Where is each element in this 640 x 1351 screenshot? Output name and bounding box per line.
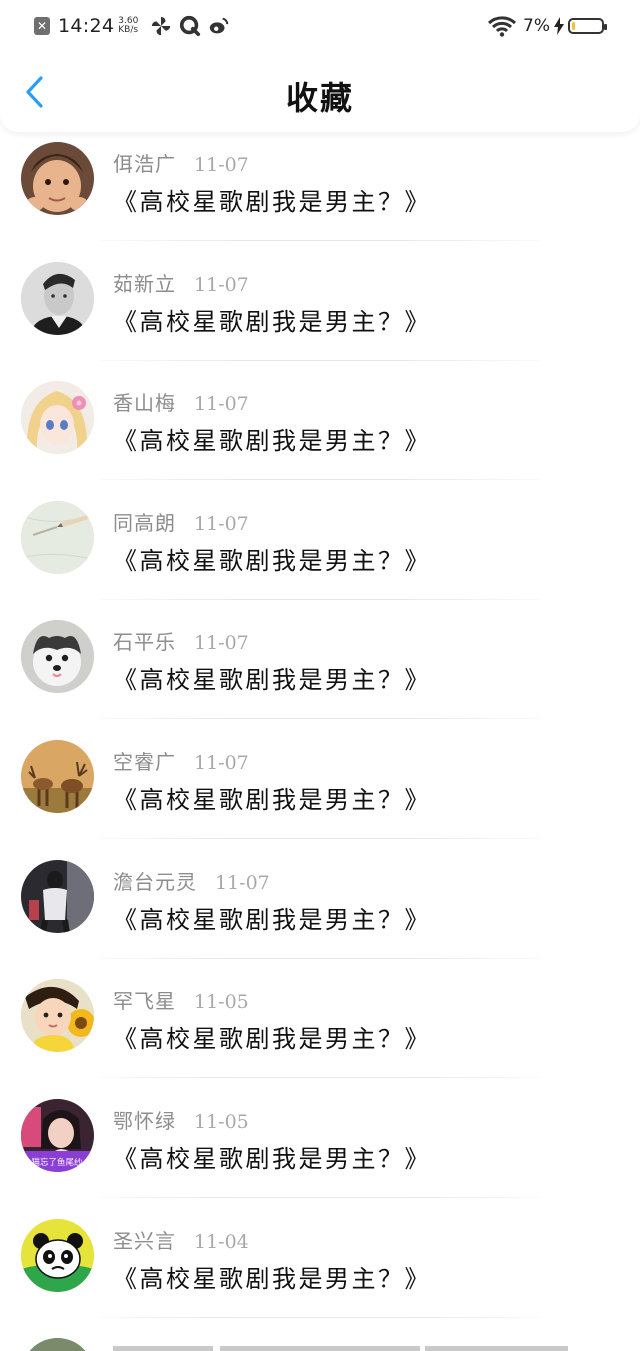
divider <box>100 1317 540 1318</box>
list-item[interactable]: 澹台元灵 11-07 《高校星歌剧我是男主？》 <box>0 850 640 970</box>
divider <box>100 599 540 600</box>
panda-cartoon-avatar[interactable] <box>21 1219 94 1292</box>
battery-level <box>572 22 575 30</box>
toddler-sunflower-avatar[interactable] <box>21 979 94 1052</box>
item-date: 11-05 <box>194 991 249 1013</box>
partial-name-placeholder <box>113 1346 213 1351</box>
item-title: 《高校星歌剧我是男主？》 <box>113 308 431 336</box>
q-app-icon <box>180 15 201 37</box>
divider <box>100 240 540 241</box>
husky-puppy-avatar[interactable] <box>21 620 94 693</box>
partial-avatar[interactable] <box>21 1338 94 1351</box>
item-title: 《高校星歌剧我是男主？》 <box>113 1145 431 1173</box>
list-item[interactable]: 佴浩广 11-07 《高校星歌剧我是男主？》 <box>0 132 640 252</box>
status-bar: ✕ 14:24 3.60 KB/s 7% <box>0 0 640 52</box>
page-title: 收藏 <box>285 79 354 117</box>
item-title: 《高校星歌剧我是男主？》 <box>113 906 431 934</box>
divider <box>100 360 540 361</box>
divider <box>100 838 540 839</box>
author-name: 罕飞星 <box>113 989 176 1013</box>
avatar-caption: 猫忘了鱼尾纱 <box>31 1157 83 1168</box>
street-person-avatar[interactable] <box>21 860 94 933</box>
author-name: 香山梅 <box>113 391 176 415</box>
item-date: 11-07 <box>194 752 249 774</box>
author-name: 佴浩广 <box>113 152 176 176</box>
weibo-icon <box>210 17 229 34</box>
item-title: 《高校星歌剧我是男主？》 <box>113 547 431 575</box>
item-title: 《高校星歌剧我是男主？》 <box>113 1265 431 1293</box>
battery-percent: 7% <box>523 16 550 36</box>
list-item[interactable]: 圣兴言 11-04 《高校星歌剧我是男主？》 <box>0 1209 640 1329</box>
deer-avatar[interactable] <box>21 740 94 813</box>
list-item-partial[interactable] <box>0 1330 640 1351</box>
divider <box>100 479 540 480</box>
item-title: 《高校星歌剧我是男主？》 <box>113 427 431 455</box>
author-name: 澹台元灵 <box>113 870 197 894</box>
item-meta: 圣兴言 11-04 <box>113 1225 249 1253</box>
author-name: 鄂怀绿 <box>113 1109 176 1133</box>
list-item[interactable]: 猫忘了鱼尾纱 鄂怀绿 11-05 《高校星歌剧我是男主？》 <box>0 1089 640 1209</box>
author-name: 圣兴言 <box>113 1229 176 1253</box>
item-title: 《高校星歌剧我是男主？》 <box>113 666 431 694</box>
partial-title-placeholder <box>220 1346 420 1351</box>
list-item[interactable]: 罕飞星 11-05 《高校星歌剧我是男主？》 <box>0 969 640 1089</box>
battery-icon <box>568 18 607 34</box>
item-date: 11-07 <box>215 872 270 894</box>
divider <box>100 1197 540 1198</box>
girl-purple-caption-avatar[interactable]: 猫忘了鱼尾纱 <box>21 1099 94 1172</box>
divider <box>100 958 540 959</box>
list-item[interactable]: 同高朗 11-07 《高校星歌剧我是男主？》 <box>0 491 640 611</box>
item-meta: 石平乐 11-07 <box>113 626 249 654</box>
network-speed-unit: KB/s <box>118 25 139 35</box>
partial-title-placeholder <box>425 1346 568 1351</box>
status-bar-left: ✕ 14:24 3.60 KB/s <box>34 12 237 40</box>
author-name: 石平乐 <box>113 630 176 654</box>
paper-pencil-avatar[interactable] <box>21 501 94 574</box>
item-meta: 鄂怀绿 11-05 <box>113 1105 249 1133</box>
item-date: 11-07 <box>194 393 249 415</box>
child-face-avatar[interactable] <box>21 142 94 215</box>
app-header: 收藏 <box>0 52 640 132</box>
author-name: 同高朗 <box>113 511 176 535</box>
status-time: 14:24 <box>58 15 115 37</box>
divider <box>100 1077 540 1078</box>
charging-bolt-icon <box>554 17 564 35</box>
author-name: 茹新立 <box>113 272 176 296</box>
item-meta: 澹台元灵 11-07 <box>113 866 270 894</box>
list-item[interactable]: 石平乐 11-07 《高校星歌剧我是男主？》 <box>0 610 640 730</box>
man-bw-portrait-avatar[interactable] <box>21 262 94 335</box>
item-meta: 香山梅 11-07 <box>113 387 249 415</box>
item-date: 11-05 <box>194 1111 249 1133</box>
item-date: 11-07 <box>194 632 249 654</box>
item-date: 11-04 <box>194 1231 249 1253</box>
anime-girl-avatar[interactable] <box>21 381 94 454</box>
divider <box>100 718 540 719</box>
item-title: 《高校星歌剧我是男主？》 <box>113 786 431 814</box>
item-title: 《高校星歌剧我是男主？》 <box>113 1025 431 1053</box>
item-meta: 罕飞星 11-05 <box>113 985 249 1013</box>
wifi-icon <box>487 16 517 37</box>
item-meta: 茹新立 11-07 <box>113 268 249 296</box>
item-meta: 佴浩广 11-07 <box>113 148 249 176</box>
list-item[interactable]: 香山梅 11-07 《高校星歌剧我是男主？》 <box>0 371 640 491</box>
item-date: 11-07 <box>194 154 249 176</box>
item-date: 11-07 <box>194 513 249 535</box>
item-meta: 同高朗 11-07 <box>113 507 249 535</box>
item-date: 11-07 <box>194 274 249 296</box>
network-speed: 3.60 KB/s <box>118 17 138 35</box>
author-name: 空睿广 <box>113 750 176 774</box>
item-meta: 空睿广 11-07 <box>113 746 249 774</box>
status-bar-right: 7% <box>487 12 607 40</box>
close-notification-icon: ✕ <box>34 17 50 35</box>
pinwheel-icon <box>152 16 171 36</box>
list-item[interactable]: 茹新立 11-07 《高校星歌剧我是男主？》 <box>0 252 640 372</box>
item-title: 《高校星歌剧我是男主？》 <box>113 188 431 216</box>
list-item[interactable]: 空睿广 11-07 《高校星歌剧我是男主？》 <box>0 730 640 850</box>
